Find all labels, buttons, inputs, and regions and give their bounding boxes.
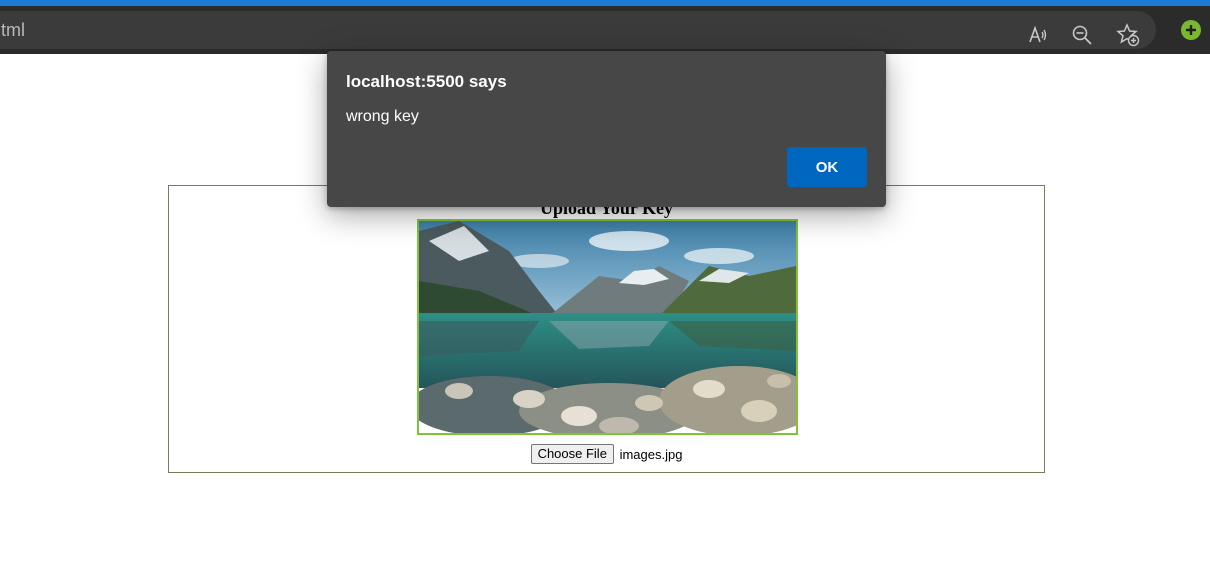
alert-dialog: localhost:5500 says wrong key OK	[327, 51, 886, 207]
browser-toolbar: tml	[0, 6, 1210, 54]
dialog-message: wrong key	[346, 108, 419, 125]
zoom-out-icon[interactable]	[1070, 23, 1094, 47]
read-aloud-icon[interactable]	[1026, 23, 1050, 47]
selected-file-name: images.jpg	[619, 446, 683, 462]
file-input-row: Choose File images.jpg	[169, 444, 1044, 464]
ok-button[interactable]: OK	[787, 147, 867, 187]
address-bar[interactable]: tml	[0, 11, 1156, 49]
add-favorite-icon[interactable]	[1116, 23, 1140, 47]
landscape-image	[419, 221, 796, 433]
upload-container: Upload Your Key Choose File images.jpg	[168, 185, 1045, 473]
extension-add-icon[interactable]	[1179, 18, 1203, 42]
key-image-preview	[417, 219, 798, 435]
dialog-title: localhost:5500 says	[346, 72, 507, 91]
url-text[interactable]: tml	[1, 20, 25, 40]
choose-file-button[interactable]: Choose File	[530, 444, 614, 464]
